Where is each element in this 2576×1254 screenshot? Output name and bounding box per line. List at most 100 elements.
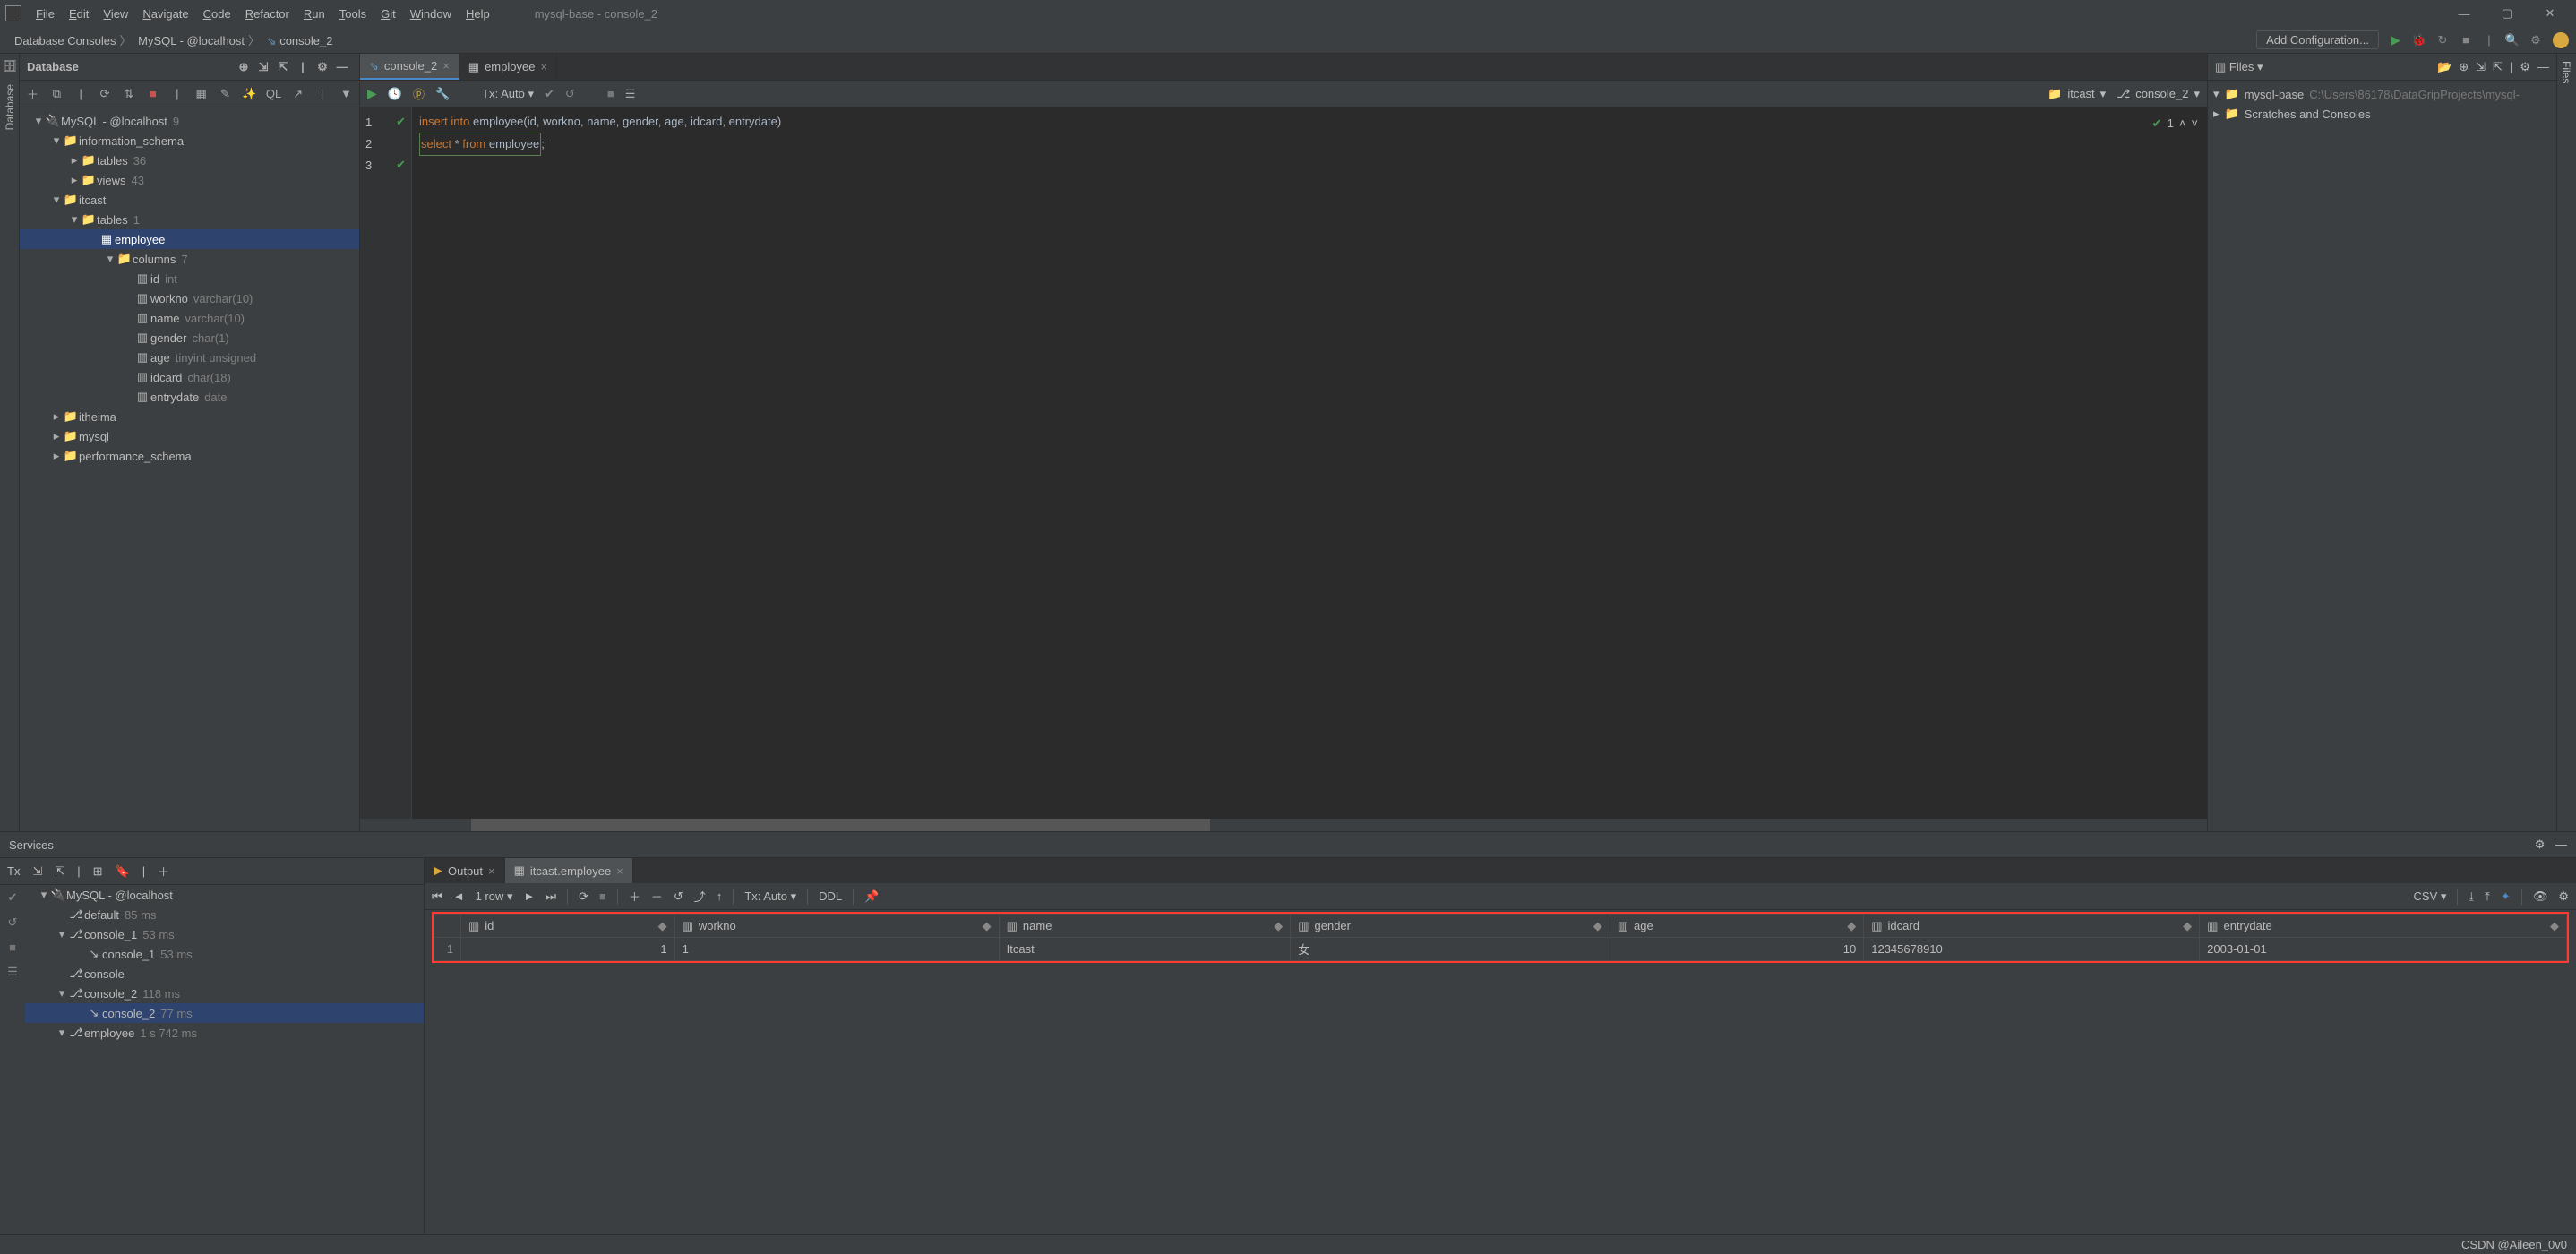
revert-icon[interactable]: ↺: [8, 915, 18, 930]
cell[interactable]: 1: [461, 938, 675, 961]
files-tool-label[interactable]: Files: [2557, 54, 2572, 83]
extractor-selector[interactable]: CSV ▾: [2414, 889, 2447, 904]
commit-icon[interactable]: ⤴: [694, 888, 706, 905]
execute-icon[interactable]: ▶: [367, 86, 377, 101]
close-button[interactable]: ✕: [2529, 6, 2571, 21]
editor-tab[interactable]: ▦employee×: [459, 54, 557, 80]
svc-tab[interactable]: ▦itcast.employee×: [505, 858, 633, 883]
last-page-icon[interactable]: ⏭: [545, 889, 556, 904]
check-icon[interactable]: ✔: [8, 890, 18, 905]
database-tree[interactable]: ▾🔌 MySQL - @localhost9▾📁 information_sch…: [20, 107, 359, 831]
run-icon[interactable]: ▶: [2387, 33, 2405, 47]
gear-icon[interactable]: ⚙: [2528, 837, 2553, 851]
breadcrumb[interactable]: Database Consoles〉 MySQL - @localhost〉 ⇘…: [7, 31, 339, 48]
hide-icon[interactable]: —: [332, 60, 352, 73]
prev-page-icon[interactable]: ◄: [453, 889, 465, 903]
console-icon[interactable]: QL: [266, 87, 281, 100]
menu-run[interactable]: Run: [296, 5, 332, 22]
gear-icon[interactable]: ⚙: [2520, 60, 2530, 74]
next-page-icon[interactable]: ►: [524, 889, 536, 903]
search-icon[interactable]: 🔍: [2503, 33, 2521, 47]
menu-git[interactable]: Git: [374, 5, 403, 22]
expand-icon[interactable]: ⇲: [32, 864, 42, 879]
cell[interactable]: 1: [674, 938, 999, 961]
jump-icon[interactable]: ↗: [290, 87, 305, 101]
files-row[interactable]: ▸📁Scratches and Consoles: [2208, 104, 2556, 124]
bookmark-icon[interactable]: 🔖: [116, 864, 130, 879]
cell[interactable]: 10: [1610, 938, 1864, 961]
tree-node[interactable]: ▾📁 information_schema: [20, 131, 359, 150]
menu-code[interactable]: Code: [196, 5, 238, 22]
column-header[interactable]: ▥gender◆: [1291, 915, 1610, 938]
hide-icon[interactable]: —: [2555, 837, 2567, 851]
edit-icon[interactable]: ✎: [218, 87, 233, 101]
grid-icon[interactable]: ⊞: [93, 864, 103, 879]
stop-icon[interactable]: ■: [145, 87, 160, 100]
tree-node[interactable]: ▥ entrydatedate: [20, 387, 359, 407]
menu-tools[interactable]: Tools: [332, 5, 374, 22]
tx-mode[interactable]: Tx: Auto ▾: [482, 87, 534, 101]
layout-icon[interactable]: ☰: [7, 965, 18, 979]
add-icon[interactable]: ＋: [158, 863, 169, 880]
settings-icon[interactable]: ⚙: [2527, 33, 2545, 47]
tree-node[interactable]: ▸📁 tables36: [20, 150, 359, 170]
pin-icon[interactable]: 📌: [864, 889, 879, 904]
result-grid[interactable]: ▥id◆▥workno◆▥name◆▥gender◆▥age◆▥idcard◆▥…: [425, 910, 2576, 1234]
collapse-icon[interactable]: ⇱: [273, 60, 293, 74]
target-icon[interactable]: ⊕: [2459, 60, 2469, 74]
menu-file[interactable]: File: [29, 5, 62, 22]
expand-icon[interactable]: ⇲: [253, 60, 273, 74]
database-tool-icon[interactable]: 🗄: [2, 59, 17, 73]
svc-node[interactable]: ⎇ console: [25, 964, 424, 983]
column-header[interactable]: ▥age◆: [1610, 915, 1864, 938]
target-icon[interactable]: ⊕: [234, 60, 253, 74]
filter-icon[interactable]: ▼: [339, 87, 354, 100]
plan-icon[interactable]: ⓟ: [413, 85, 425, 102]
tree-node[interactable]: ▥ genderchar(1): [20, 328, 359, 348]
cell[interactable]: Itcast: [999, 938, 1291, 961]
column-header[interactable]: ▥name◆: [999, 915, 1291, 938]
wand-icon[interactable]: ✨: [242, 87, 257, 101]
tree-node[interactable]: ▥ worknovarchar(10): [20, 288, 359, 308]
files-row[interactable]: ▾📁mysql-base C:\Users\86178\DataGripProj…: [2208, 84, 2556, 104]
svc-node[interactable]: ⎇ default85 ms: [25, 905, 424, 924]
ddl-button[interactable]: DDL: [819, 889, 842, 903]
import-icon[interactable]: ⤒: [2485, 889, 2490, 904]
gear-icon[interactable]: ⚙: [313, 60, 332, 74]
svc-node[interactable]: ▾🔌 MySQL - @localhost: [25, 885, 424, 905]
revert-icon[interactable]: ↺: [674, 889, 683, 904]
expand-icon[interactable]: ⇲: [2476, 60, 2486, 74]
hide-icon[interactable]: —: [2537, 60, 2549, 73]
svc-node[interactable]: ▾⎇ console_153 ms: [25, 924, 424, 944]
tree-node[interactable]: ▸📁 mysql: [20, 426, 359, 446]
layout-icon[interactable]: ☰: [625, 87, 636, 101]
rollback-icon[interactable]: ↺: [565, 87, 575, 101]
inspection-indicator[interactable]: ✔1 ˄˅: [2152, 113, 2198, 134]
commit-icon[interactable]: ✔: [545, 87, 554, 101]
refresh-icon[interactable]: ⟳: [98, 87, 113, 101]
upload-icon[interactable]: ↑: [717, 889, 723, 903]
menu-refactor[interactable]: Refactor: [238, 5, 296, 22]
collapse-icon[interactable]: ⇱: [2493, 60, 2503, 74]
tree-node[interactable]: ▥ idcardchar(18): [20, 367, 359, 387]
svc-node[interactable]: ↘ console_153 ms: [25, 944, 424, 964]
wrench-icon[interactable]: 🔧: [435, 87, 450, 101]
menu-view[interactable]: View: [96, 5, 135, 22]
cell[interactable]: 女: [1291, 938, 1610, 961]
add-configuration-button[interactable]: Add Configuration...: [2256, 30, 2379, 49]
tx-mode[interactable]: Tx: Auto ▾: [744, 889, 796, 904]
maximize-button[interactable]: ▢: [2486, 6, 2528, 21]
cell[interactable]: 12345678910: [1864, 938, 2200, 961]
editor-hscroll[interactable]: [360, 819, 2207, 831]
gear-icon[interactable]: ⚙: [2558, 889, 2569, 904]
cell[interactable]: 2003-01-01: [2200, 938, 2567, 961]
debug-icon[interactable]: 🐞: [2410, 33, 2428, 47]
menu-help[interactable]: Help: [459, 5, 497, 22]
sync-icon[interactable]: ⇅: [122, 87, 137, 101]
copy-icon[interactable]: ✦: [2501, 889, 2511, 904]
database-tool-label[interactable]: Database: [4, 84, 16, 130]
column-header[interactable]: ▥entrydate◆: [2200, 915, 2567, 938]
files-chooser[interactable]: ▥ Files ▾: [2215, 60, 2263, 74]
svc-tab[interactable]: ▶Output×: [425, 858, 505, 883]
table-icon[interactable]: ▦: [193, 87, 209, 101]
